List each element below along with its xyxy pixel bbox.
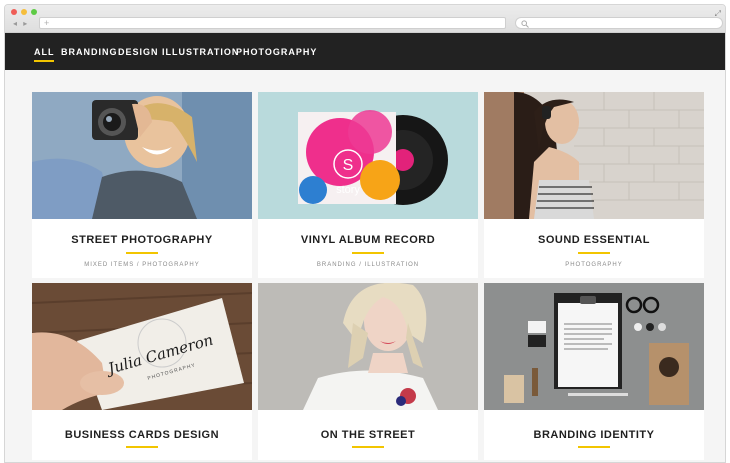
- browser-search-field[interactable]: [515, 17, 723, 29]
- card-tags: BRANDING / ILLUSTRATION: [316, 262, 420, 268]
- back-forward-icon[interactable]: ◂ ▸: [13, 19, 29, 28]
- portfolio-card[interactable]: ON THE STREET: [258, 283, 478, 460]
- browser-chrome: ◂ ▸ + ⤢: [5, 5, 725, 33]
- title-underline: [578, 252, 610, 254]
- title-underline: [126, 446, 158, 448]
- business-card-image: Julia Cameron PHOTOGRAPHY: [32, 283, 252, 410]
- sleeve-word: story: [336, 184, 360, 196]
- portfolio-card[interactable]: S story VINYL ALBUM RECORD BRANDING / IL…: [258, 92, 478, 278]
- title-underline: [578, 446, 610, 448]
- card-title[interactable]: ON THE STREET: [258, 429, 478, 441]
- filter-photography[interactable]: PHOTOGRAPHY: [236, 47, 317, 57]
- card-title[interactable]: VINYL ALBUM RECORD: [258, 234, 478, 246]
- filter-design[interactable]: DESIGN: [118, 47, 159, 57]
- portfolio-filter-nav: ALL BRANDING DESIGN ILLUSTRATION PHOTOGR…: [5, 33, 725, 70]
- card-title[interactable]: BRANDING IDENTITY: [484, 429, 704, 441]
- browser-window: ◂ ▸ + ⤢ ALL BRANDING DESIGN ILLUSTRATION…: [4, 4, 726, 463]
- stationery-mockup-image: [484, 283, 704, 410]
- portfolio-card[interactable]: SOUND ESSENTIAL PHOTOGRAPHY: [484, 92, 704, 278]
- card-title[interactable]: SOUND ESSENTIAL: [484, 234, 704, 246]
- close-window-button[interactable]: [11, 9, 17, 15]
- woman-with-camera-image: [32, 92, 252, 219]
- card-tags: PHOTOGRAPHY: [565, 262, 623, 268]
- card-tags: MIXED ITEMS / PHOTOGRAPHY: [84, 262, 200, 268]
- portfolio-card[interactable]: STREET PHOTOGRAPHY MIXED ITEMS / PHOTOGR…: [32, 92, 252, 278]
- card-title[interactable]: STREET PHOTOGRAPHY: [32, 234, 252, 246]
- sleeve-letter: S: [343, 157, 354, 174]
- filter-all[interactable]: ALL: [34, 47, 55, 62]
- woman-with-headphones-image: [484, 92, 704, 219]
- blonde-woman-portrait-image: [258, 283, 478, 410]
- portfolio-card[interactable]: BRANDING IDENTITY: [484, 283, 704, 460]
- vinyl-record-image: S story: [258, 92, 478, 219]
- fullscreen-icon[interactable]: ⤢: [715, 9, 721, 19]
- card-title[interactable]: BUSINESS CARDS DESIGN: [32, 429, 252, 441]
- filter-illustration[interactable]: ILLUSTRATION: [162, 47, 239, 57]
- minimize-window-button[interactable]: [21, 9, 27, 15]
- title-underline: [352, 252, 384, 254]
- portfolio-card[interactable]: Julia Cameron PHOTOGRAPHY BUSINESS CARDS…: [32, 283, 252, 460]
- title-underline: [352, 446, 384, 448]
- maximize-window-button[interactable]: [31, 9, 37, 15]
- filter-branding[interactable]: BRANDING: [61, 47, 118, 57]
- search-icon: [521, 20, 529, 28]
- address-bar[interactable]: +: [39, 17, 506, 29]
- title-underline: [126, 252, 158, 254]
